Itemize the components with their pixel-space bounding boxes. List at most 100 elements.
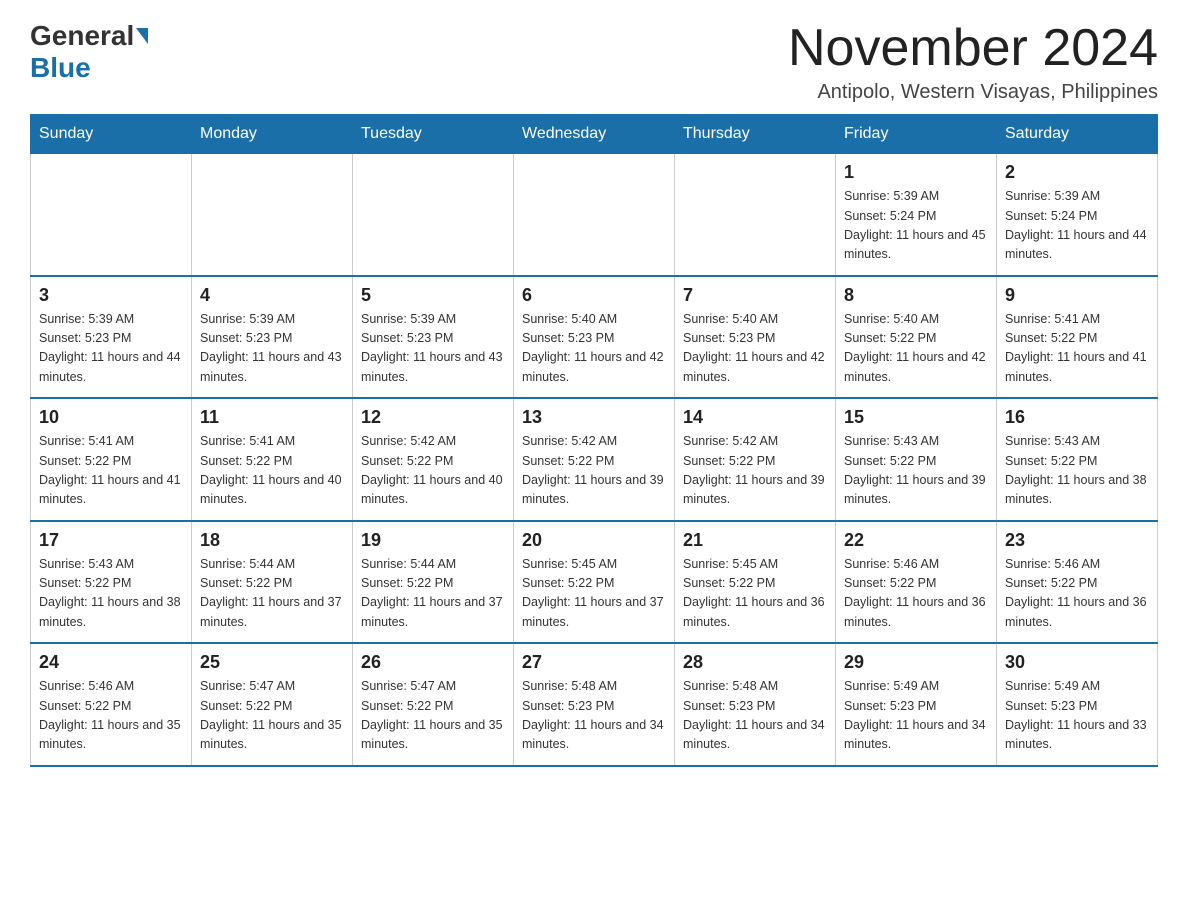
calendar-cell: 8 Sunrise: 5:40 AM Sunset: 5:22 PM Daylig… bbox=[836, 276, 997, 399]
calendar-cell bbox=[675, 154, 836, 276]
calendar-cell: 30Sunrise: 5:49 AM Sunset: 5:23 PM Dayli… bbox=[997, 643, 1158, 766]
day-number: 16 bbox=[1005, 407, 1149, 428]
day-info: Sunrise: 5:39 AM Sunset: 5:23 PM Dayligh… bbox=[200, 310, 344, 388]
calendar-cell bbox=[31, 154, 192, 276]
calendar-cell: 21 Sunrise: 5:45 AM Sunset: 5:22 PM Dayli… bbox=[675, 521, 836, 644]
header-tuesday: Tuesday bbox=[353, 115, 514, 154]
day-info: Sunrise: 5:43 AM Sunset: 5:22 PM Dayligh… bbox=[39, 555, 183, 633]
title-section: November 2024 Antipolo, Western Visayas,… bbox=[788, 20, 1158, 104]
day-number: 21 bbox=[683, 530, 827, 551]
header-saturday: Saturday bbox=[997, 115, 1158, 154]
day-info: Sunrise: 5:47 AM Sunset: 5:22 PM Dayligh… bbox=[200, 677, 344, 755]
day-info: Sunrise: 5:43 AM Sunset: 5:22 PM Dayligh… bbox=[1005, 432, 1149, 510]
calendar-cell bbox=[192, 154, 353, 276]
day-number: 24 bbox=[39, 652, 183, 673]
day-number: 26 bbox=[361, 652, 505, 673]
calendar-cell: 1Sunrise: 5:39 AM Sunset: 5:24 PM Daylig… bbox=[836, 154, 997, 276]
day-number: 28 bbox=[683, 652, 827, 673]
calendar-cell: 29Sunrise: 5:49 AM Sunset: 5:23 PM Dayli… bbox=[836, 643, 997, 766]
calendar-cell: 7Sunrise: 5:40 AM Sunset: 5:23 PM Daylig… bbox=[675, 276, 836, 399]
calendar-cell: 9 Sunrise: 5:41 AM Sunset: 5:22 PM Daylig… bbox=[997, 276, 1158, 399]
calendar-table: Sunday Monday Tuesday Wednesday Thursday… bbox=[30, 114, 1158, 767]
day-number: 1 bbox=[844, 162, 988, 183]
calendar-cell: 28Sunrise: 5:48 AM Sunset: 5:23 PM Dayli… bbox=[675, 643, 836, 766]
calendar-week-row: 1 Sunrise: 5:39 AM Sunset: 5:24 PM Daylig… bbox=[31, 154, 1158, 276]
day-number: 11 bbox=[200, 407, 344, 428]
day-info: Sunrise: 5:40 AM Sunset: 5:22 PM Dayligh… bbox=[844, 310, 988, 388]
day-info: Sunrise: 5:41 AM Sunset: 5:22 PM Dayligh… bbox=[1005, 310, 1149, 388]
day-number: 15 bbox=[844, 407, 988, 428]
day-info: Sunrise: 5:39 AM Sunset: 5:23 PM Dayligh… bbox=[39, 310, 183, 388]
header-thursday: Thursday bbox=[675, 115, 836, 154]
day-number: 22 bbox=[844, 530, 988, 551]
day-info: Sunrise: 5:44 AM Sunset: 5:22 PM Dayligh… bbox=[200, 555, 344, 633]
calendar-cell: 16 Sunrise: 5:43 AM Sunset: 5:22 PM Dayli… bbox=[997, 398, 1158, 521]
calendar-cell: 6 Sunrise: 5:40 AM Sunset: 5:23 PM Daylig… bbox=[514, 276, 675, 399]
header-sunday: Sunday bbox=[31, 115, 192, 154]
calendar-cell: 26Sunrise: 5:47 AM Sunset: 5:22 PM Dayli… bbox=[353, 643, 514, 766]
day-number: 19 bbox=[361, 530, 505, 551]
header-friday: Friday bbox=[836, 115, 997, 154]
day-info: Sunrise: 5:40 AM Sunset: 5:23 PM Dayligh… bbox=[683, 310, 827, 388]
logo: General Blue bbox=[30, 20, 150, 84]
day-info: Sunrise: 5:46 AM Sunset: 5:22 PM Dayligh… bbox=[844, 555, 988, 633]
day-info: Sunrise: 5:42 AM Sunset: 5:22 PM Dayligh… bbox=[361, 432, 505, 510]
calendar-cell: 2 Sunrise: 5:39 AM Sunset: 5:24 PM Daylig… bbox=[997, 154, 1158, 276]
day-info: Sunrise: 5:48 AM Sunset: 5:23 PM Dayligh… bbox=[522, 677, 666, 755]
calendar-cell: 18Sunrise: 5:44 AM Sunset: 5:22 PM Dayli… bbox=[192, 521, 353, 644]
calendar-cell: 5Sunrise: 5:39 AM Sunset: 5:23 PM Daylig… bbox=[353, 276, 514, 399]
month-title: November 2024 bbox=[788, 20, 1158, 77]
logo-blue-text: Blue bbox=[30, 52, 91, 84]
day-info: Sunrise: 5:43 AM Sunset: 5:22 PM Dayligh… bbox=[844, 432, 988, 510]
days-of-week-row: Sunday Monday Tuesday Wednesday Thursday… bbox=[31, 115, 1158, 154]
calendar-cell: 14Sunrise: 5:42 AM Sunset: 5:22 PM Dayli… bbox=[675, 398, 836, 521]
day-info: Sunrise: 5:41 AM Sunset: 5:22 PM Dayligh… bbox=[200, 432, 344, 510]
logo-triangle-icon bbox=[136, 28, 148, 44]
day-info: Sunrise: 5:40 AM Sunset: 5:23 PM Dayligh… bbox=[522, 310, 666, 388]
day-number: 10 bbox=[39, 407, 183, 428]
day-number: 27 bbox=[522, 652, 666, 673]
calendar-cell: 22 Sunrise: 5:46 AM Sunset: 5:22 PM Dayli… bbox=[836, 521, 997, 644]
calendar-cell: 27 Sunrise: 5:48 AM Sunset: 5:23 PM Dayli… bbox=[514, 643, 675, 766]
calendar-cell bbox=[514, 154, 675, 276]
day-info: Sunrise: 5:46 AM Sunset: 5:22 PM Dayligh… bbox=[1005, 555, 1149, 633]
day-number: 25 bbox=[200, 652, 344, 673]
location-text: Antipolo, Western Visayas, Philippines bbox=[788, 81, 1158, 104]
day-number: 6 bbox=[522, 285, 666, 306]
calendar-cell: 15 Sunrise: 5:43 AM Sunset: 5:22 PM Dayli… bbox=[836, 398, 997, 521]
day-number: 2 bbox=[1005, 162, 1149, 183]
day-info: Sunrise: 5:44 AM Sunset: 5:22 PM Dayligh… bbox=[361, 555, 505, 633]
day-number: 8 bbox=[844, 285, 988, 306]
calendar-week-row: 3 Sunrise: 5:39 AM Sunset: 5:23 PM Daylig… bbox=[31, 276, 1158, 399]
calendar-cell: 3 Sunrise: 5:39 AM Sunset: 5:23 PM Daylig… bbox=[31, 276, 192, 399]
day-info: Sunrise: 5:45 AM Sunset: 5:22 PM Dayligh… bbox=[683, 555, 827, 633]
day-info: Sunrise: 5:39 AM Sunset: 5:24 PM Dayligh… bbox=[1005, 187, 1149, 265]
calendar-cell: 24 Sunrise: 5:46 AM Sunset: 5:22 PM Dayli… bbox=[31, 643, 192, 766]
day-number: 17 bbox=[39, 530, 183, 551]
calendar-week-row: 10 Sunrise: 5:41 AM Sunset: 5:22 PM Dayli… bbox=[31, 398, 1158, 521]
calendar-cell: 4 Sunrise: 5:39 AM Sunset: 5:23 PM Daylig… bbox=[192, 276, 353, 399]
day-number: 3 bbox=[39, 285, 183, 306]
day-number: 9 bbox=[1005, 285, 1149, 306]
day-number: 12 bbox=[361, 407, 505, 428]
calendar-cell: 17 Sunrise: 5:43 AM Sunset: 5:22 PM Dayli… bbox=[31, 521, 192, 644]
day-info: Sunrise: 5:41 AM Sunset: 5:22 PM Dayligh… bbox=[39, 432, 183, 510]
calendar-cell bbox=[353, 154, 514, 276]
calendar-cell: 23 Sunrise: 5:46 AM Sunset: 5:22 PM Dayli… bbox=[997, 521, 1158, 644]
day-info: Sunrise: 5:42 AM Sunset: 5:22 PM Dayligh… bbox=[522, 432, 666, 510]
calendar-cell: 12 Sunrise: 5:42 AM Sunset: 5:22 PM Dayli… bbox=[353, 398, 514, 521]
calendar-cell: 13Sunrise: 5:42 AM Sunset: 5:22 PM Dayli… bbox=[514, 398, 675, 521]
day-number: 29 bbox=[844, 652, 988, 673]
calendar-week-row: 17 Sunrise: 5:43 AM Sunset: 5:22 PM Dayli… bbox=[31, 521, 1158, 644]
day-info: Sunrise: 5:42 AM Sunset: 5:22 PM Dayligh… bbox=[683, 432, 827, 510]
calendar-cell: 10 Sunrise: 5:41 AM Sunset: 5:22 PM Dayli… bbox=[31, 398, 192, 521]
day-number: 20 bbox=[522, 530, 666, 551]
calendar-cell: 25 Sunrise: 5:47 AM Sunset: 5:22 PM Dayli… bbox=[192, 643, 353, 766]
day-number: 30 bbox=[1005, 652, 1149, 673]
day-info: Sunrise: 5:45 AM Sunset: 5:22 PM Dayligh… bbox=[522, 555, 666, 633]
calendar-body: 1 Sunrise: 5:39 AM Sunset: 5:24 PM Daylig… bbox=[31, 154, 1158, 766]
page-header: General Blue November 2024 Antipolo, Wes… bbox=[30, 20, 1158, 104]
day-info: Sunrise: 5:46 AM Sunset: 5:22 PM Dayligh… bbox=[39, 677, 183, 755]
day-number: 4 bbox=[200, 285, 344, 306]
day-number: 23 bbox=[1005, 530, 1149, 551]
